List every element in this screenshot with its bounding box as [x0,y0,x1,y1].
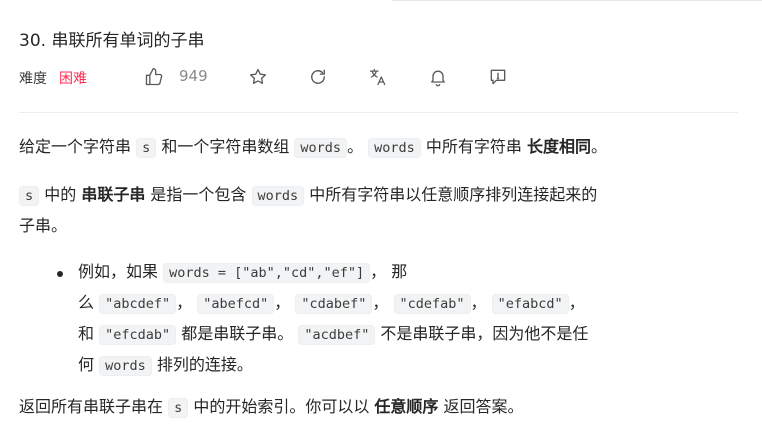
bold-text: 串联子串 [81,185,146,204]
feedback-icon [490,69,506,85]
difficulty-value: 困难 [59,71,87,87]
bold-text: 长度相同 [526,137,591,156]
difficulty-label: 难度 [19,71,47,87]
inline-code: words [368,138,421,158]
header-divider [19,112,738,113]
description-paragraph-1: 给定一个字符串 s 和一个字符串数组 words。 words 中所有字符串 长… [19,137,608,158]
inline-code: s [19,186,40,206]
inline-code: words [294,138,348,158]
inline-code: "abefcd" [197,294,275,314]
thumbs-up-icon [145,68,163,86]
favorite-button[interactable] [247,66,269,88]
difficulty: 难度 困难 [19,66,87,90]
translate-icon [369,68,386,86]
star-icon [250,68,266,85]
refresh-icon [311,69,325,84]
like-button[interactable] [143,66,165,88]
inline-code: "efcdab" [99,325,177,345]
inline-code: "cdabef" [295,294,373,314]
description-paragraph-3: 返回所有串联子串在 s 中的开始索引。你可以以 任意顺序 返回答案。 [19,397,524,418]
inline-code: "acdbef" [298,325,376,345]
problem-title: 30. 串联所有单词的子串 [19,31,205,51]
inline-code: words [251,186,305,206]
bell-icon [431,70,445,87]
feedback-button[interactable] [487,66,509,88]
list-bullet [57,271,63,277]
inline-code: "cdefab" [393,294,471,314]
inline-code: "efabcd" [491,294,569,314]
like-count: 949 [179,67,208,85]
inline-code: s [136,138,157,158]
inline-code: words = ["ab","cd","ef"] [163,263,371,283]
description-paragraph-2: s 中的 串联子串 是指一个包含 words 中所有字符串以任意顺序排列连接起来… [19,185,598,235]
translate-button[interactable] [367,66,389,88]
example-list-item: 例如，如果 words = ["ab","cd","ef"]， 那 么 "abc… [78,262,589,376]
bold-text: 任意顺序 [374,397,439,416]
inline-code: words [99,356,152,376]
reset-button[interactable] [307,66,329,88]
inline-code: "abcdef" [99,294,177,314]
notification-button[interactable] [427,66,449,88]
inline-code: s [168,398,189,418]
top-border [392,0,762,1]
